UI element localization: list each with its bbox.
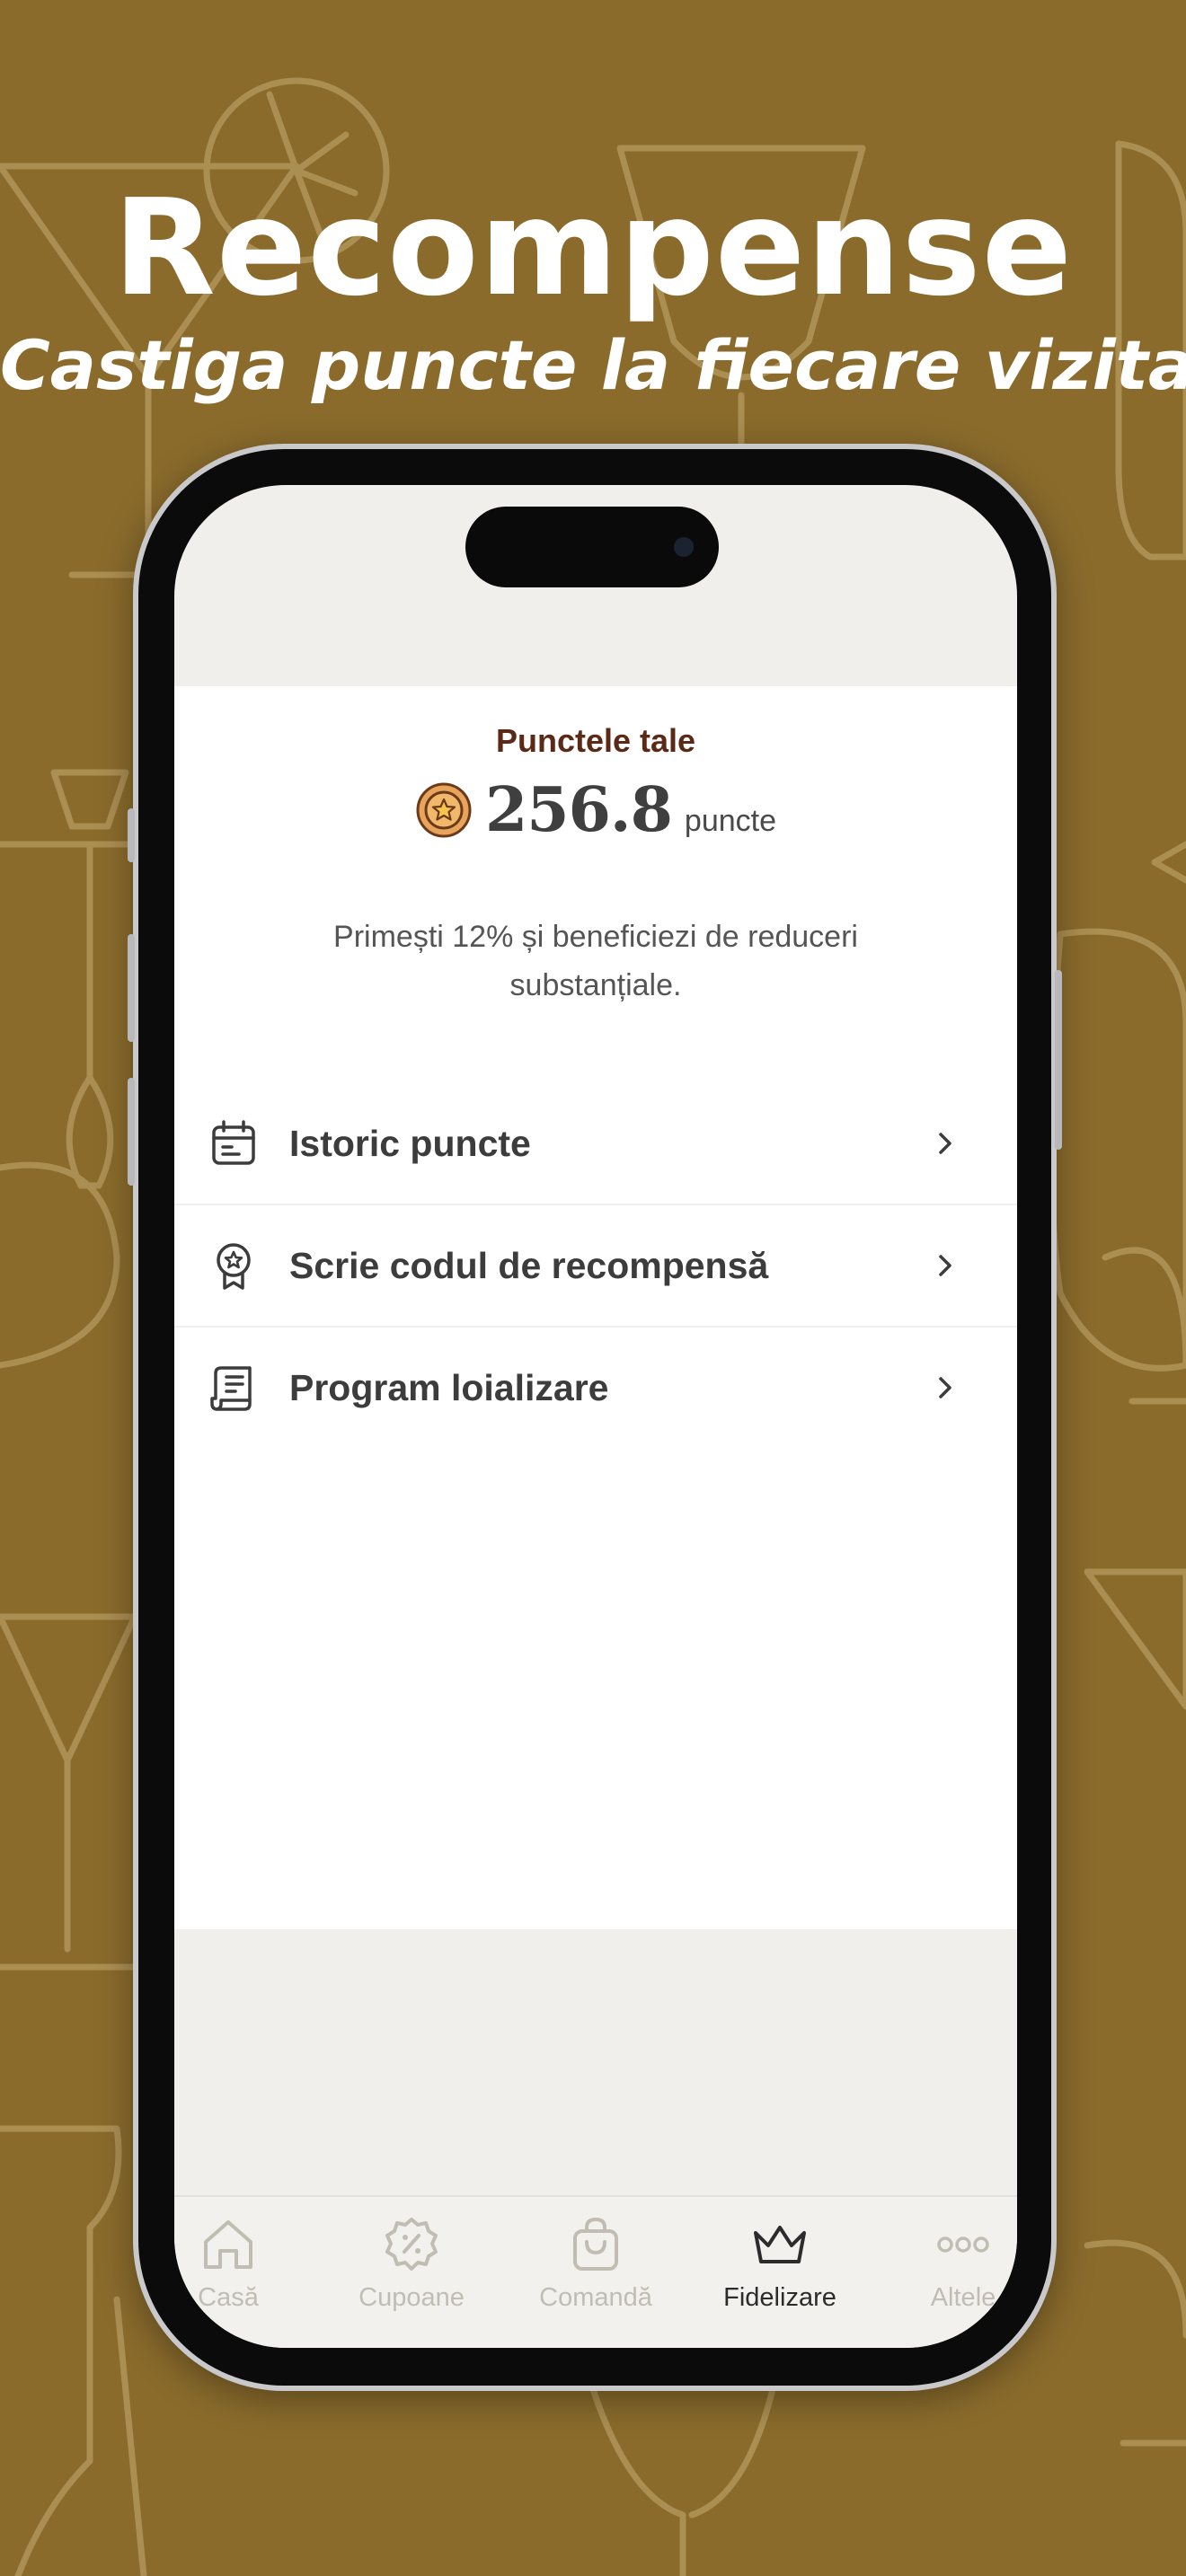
- chevron-right-icon: [939, 1133, 951, 1154]
- points-balance: 256.8 puncte: [174, 774, 1017, 846]
- chevron-right-icon: [939, 1255, 951, 1276]
- promo-subtitle: Castiga puncte la fiecare vizita!: [0, 325, 1186, 405]
- menu-item-points-history[interactable]: Istoric puncte: [174, 1083, 1017, 1205]
- dynamic-island: [465, 507, 719, 587]
- tab-label: Altele: [930, 2283, 996, 2312]
- loyalty-menu: Istoric puncte Scrie codul de recompensă: [174, 1083, 1017, 1448]
- points-description: Primești 12% și beneficiezi de reduceri …: [333, 920, 858, 1002]
- bottom-tab-bar: Casă Cupoane Comandă Fidelizare Altele: [174, 2195, 1017, 2348]
- more-dots-icon: [937, 2236, 989, 2253]
- menu-label: Istoric puncte: [289, 1122, 531, 1164]
- tab-coupons[interactable]: Cupoane: [322, 2215, 501, 2332]
- phone-side-button: [1055, 970, 1062, 1150]
- menu-item-reward-code[interactable]: Scrie codul de recompensă: [174, 1205, 1017, 1328]
- phone-side-button: [128, 808, 135, 862]
- points-heading: Punctele tale: [495, 722, 696, 759]
- tab-label: Comandă: [539, 2283, 652, 2312]
- points-value: 256.8: [484, 774, 673, 846]
- crown-icon: [754, 2226, 806, 2263]
- star-coin-icon: [416, 782, 472, 838]
- discount-badge-icon: [385, 2218, 438, 2271]
- home-icon: [204, 2220, 252, 2269]
- menu-label: Program loializare: [289, 1366, 609, 1408]
- chevron-right-icon: [939, 1377, 951, 1398]
- phone-side-button: [128, 1078, 135, 1186]
- app-screen: Punctele tale 256.8 puncte Primești 12% …: [174, 485, 1017, 2348]
- tab-label: Casă: [198, 2283, 259, 2312]
- points-unit: puncte: [684, 803, 777, 838]
- camera-icon: [674, 537, 694, 557]
- calendar-icon: [212, 1120, 255, 1165]
- shopping-bag-icon: [573, 2217, 618, 2271]
- menu-item-loyalty-program[interactable]: Program loializare: [174, 1328, 1017, 1448]
- promo-title: Recompense: [112, 171, 1074, 325]
- tab-more[interactable]: Altele: [873, 2215, 1017, 2332]
- tab-label: Cupoane: [358, 2283, 465, 2312]
- tab-order[interactable]: Comandă: [506, 2215, 686, 2332]
- tab-home[interactable]: Casă: [174, 2215, 318, 2332]
- menu-label: Scrie codul de recompensă: [289, 1244, 769, 1286]
- tab-loyalty[interactable]: Fidelizare: [690, 2215, 870, 2332]
- scroll-document-icon: [210, 1366, 252, 1411]
- award-badge-icon: [217, 1243, 251, 1290]
- tab-label: Fidelizare: [723, 2283, 836, 2312]
- phone-side-button: [128, 934, 135, 1042]
